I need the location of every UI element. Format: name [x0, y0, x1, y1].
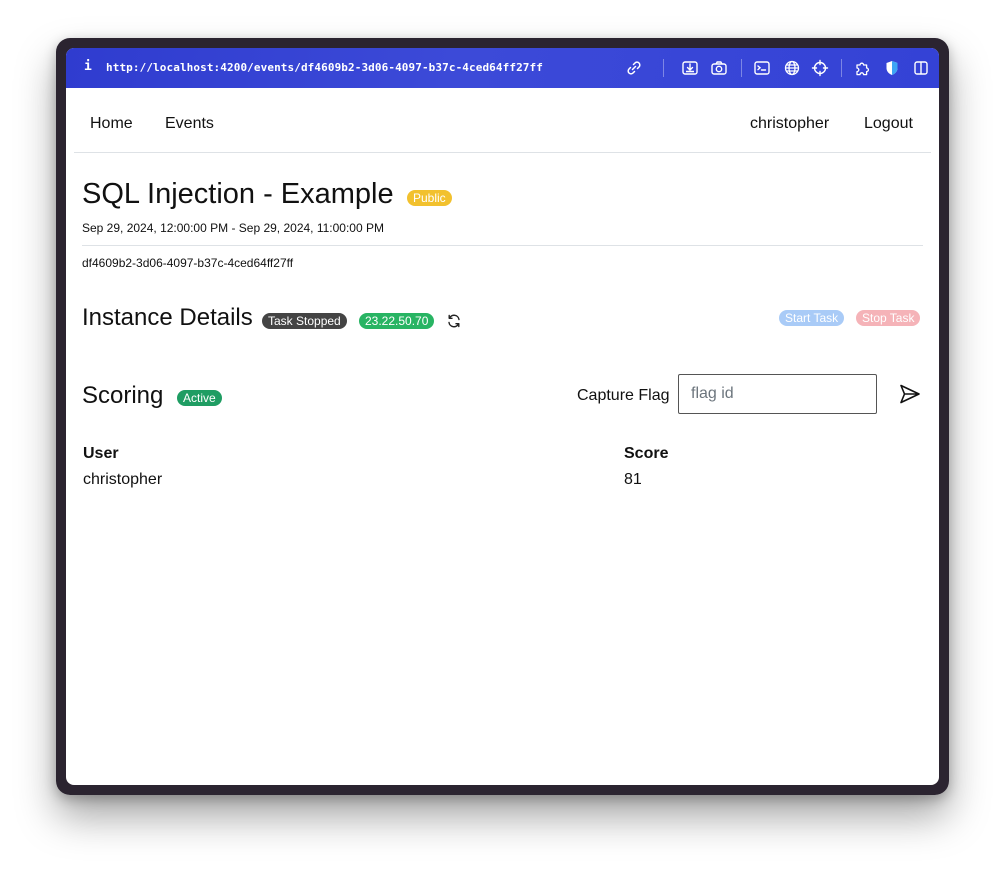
column-header-score: Score — [624, 445, 669, 462]
toolbar-separator — [663, 59, 664, 77]
extension-icon[interactable] — [853, 58, 873, 78]
capture-flag-label: Capture Flag — [577, 387, 670, 404]
instance-details-heading: Instance Details — [82, 304, 253, 331]
browser-window: i http://localhost:4200/events/df4609b2-… — [66, 48, 939, 785]
table-cell-score: 81 — [624, 471, 642, 488]
event-id: df4609b2-3d06-4097-b37c-4ced64ff27ff — [82, 256, 294, 270]
nav-logout-link[interactable]: Logout — [864, 115, 913, 133]
send-icon[interactable] — [898, 382, 922, 406]
address-bar[interactable]: http://localhost:4200/events/df4609b2-3d… — [106, 61, 543, 74]
event-dates: Sep 29, 2024, 12:00:00 PM - Sep 29, 2024… — [82, 221, 384, 235]
refresh-icon[interactable] — [446, 313, 462, 329]
toolbar-separator — [841, 59, 842, 77]
sidebar-icon[interactable] — [911, 58, 931, 78]
stop-task-button[interactable]: Stop Task — [856, 310, 921, 326]
nav-user-link[interactable]: christopher — [750, 115, 829, 133]
column-header-user: User — [83, 445, 119, 462]
table-cell-user: christopher — [83, 471, 163, 488]
crosshair-icon[interactable] — [810, 58, 830, 78]
scoring-heading: Scoring — [82, 382, 164, 409]
start-task-button[interactable]: Start Task — [779, 310, 845, 326]
nav-events-link[interactable]: Events — [165, 115, 214, 133]
nav-home-link[interactable]: Home — [90, 115, 133, 133]
task-status-badge: Task Stopped — [262, 313, 347, 329]
browser-toolbar: i http://localhost:4200/events/df4609b2-… — [66, 48, 939, 88]
download-icon[interactable] — [680, 58, 700, 78]
shield-icon[interactable] — [882, 58, 902, 78]
event-title: SQL Injection - Example — [82, 178, 394, 210]
link-icon[interactable] — [624, 58, 644, 78]
divider — [82, 245, 923, 246]
visibility-badge: Public — [407, 190, 452, 206]
flag-id-input[interactable] — [678, 374, 877, 414]
globe-icon[interactable] — [782, 58, 802, 78]
top-navbar: Home Events christopher Logout — [74, 88, 931, 153]
info-icon[interactable]: i — [84, 59, 92, 74]
instance-ip-badge: 23.22.50.70 — [359, 313, 435, 329]
terminal-icon[interactable] — [752, 58, 772, 78]
camera-icon[interactable] — [709, 58, 729, 78]
scoring-status-badge: Active — [177, 390, 222, 406]
toolbar-separator — [741, 59, 742, 77]
